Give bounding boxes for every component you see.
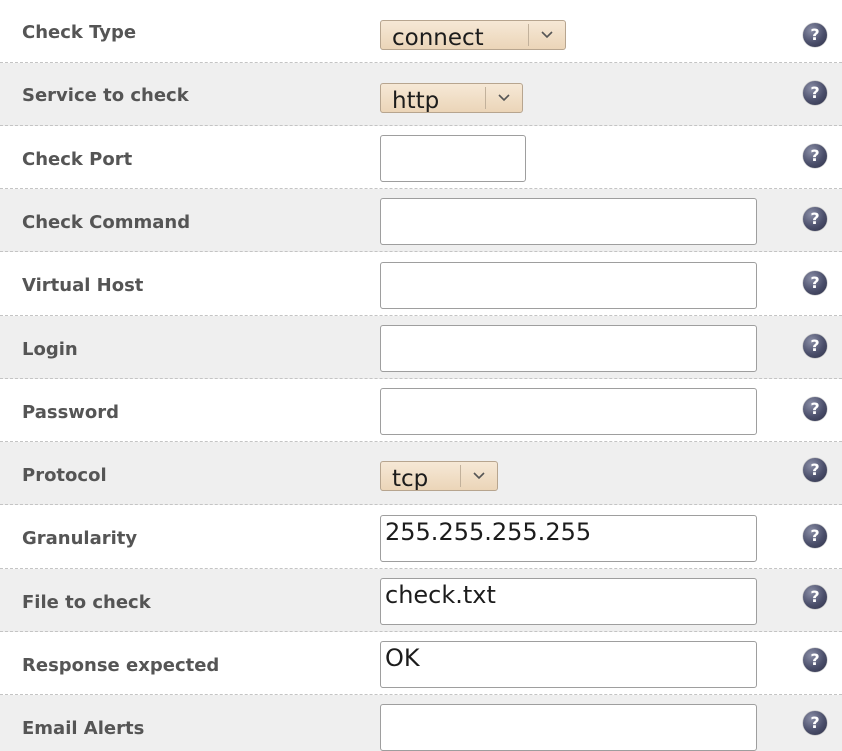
field-label: Response expected (22, 655, 220, 676)
help-icon[interactable]: ? (803, 271, 827, 295)
login-field[interactable] (380, 325, 757, 372)
granularity-field[interactable]: 255.255.255.255 (380, 515, 757, 562)
password-field[interactable] (380, 388, 757, 435)
field-row-check-port: Check Port ? (0, 126, 842, 189)
select-value: tcp (392, 466, 429, 491)
input-value: check.txt (385, 581, 496, 609)
field-row-file-to-check: File to check check.txt ? (0, 569, 842, 632)
help-icon[interactable]: ? (803, 711, 827, 735)
field-row-virtual-host: Virtual Host ? (0, 252, 842, 316)
check-type-select[interactable]: connect (380, 20, 566, 50)
field-label: Email Alerts (22, 718, 145, 739)
field-label: Check Type (22, 22, 137, 43)
field-label: Check Port (22, 149, 133, 170)
help-icon[interactable]: ? (803, 585, 827, 609)
input-value: 255.255.255.255 (385, 518, 592, 546)
input-value: OK (385, 644, 420, 672)
field-label: Granularity (22, 528, 138, 549)
check-port-field[interactable] (380, 135, 526, 182)
email-alerts-field[interactable] (380, 704, 757, 751)
field-row-granularity: Granularity 255.255.255.255 ? (0, 505, 842, 569)
field-row-service-to-check: Service to check http ? (0, 63, 842, 126)
help-icon[interactable]: ? (803, 81, 827, 105)
protocol-select[interactable]: tcp (380, 461, 498, 491)
virtual-host-field[interactable] (380, 262, 757, 309)
service-select[interactable]: http (380, 83, 523, 113)
select-value: connect (392, 25, 484, 50)
file-to-check-field[interactable]: check.txt (380, 578, 757, 625)
help-icon[interactable]: ? (803, 334, 827, 358)
field-row-protocol: Protocol tcp ? (0, 442, 842, 505)
select-value: http (392, 88, 440, 113)
field-row-check-type: Check Type connect ? (0, 0, 842, 63)
help-icon[interactable]: ? (803, 458, 827, 482)
field-label: Login (22, 339, 78, 360)
check-settings-form: Check Type connect ? Service to check ht… (0, 0, 842, 751)
help-icon[interactable]: ? (803, 144, 827, 168)
field-label: Check Command (22, 212, 191, 233)
check-command-field[interactable] (380, 198, 757, 245)
chevron-down-icon (485, 87, 522, 109)
field-row-check-command: Check Command ? (0, 189, 842, 252)
help-icon[interactable]: ? (803, 397, 827, 421)
field-label: Virtual Host (22, 275, 144, 296)
field-label: Password (22, 402, 120, 423)
chevron-down-icon (528, 24, 565, 46)
field-label: Service to check (22, 85, 189, 106)
field-row-response-expected: Response expected OK ? (0, 632, 842, 695)
response-expected-field[interactable]: OK (380, 641, 757, 688)
help-icon[interactable]: ? (803, 23, 827, 47)
field-row-email-alerts: Email Alerts ? (0, 695, 842, 751)
help-icon[interactable]: ? (803, 524, 827, 548)
field-row-password: Password ? (0, 379, 842, 442)
field-label: Protocol (22, 465, 107, 486)
field-label: File to check (22, 592, 151, 613)
help-icon[interactable]: ? (803, 648, 827, 672)
chevron-down-icon (460, 465, 497, 487)
field-row-login: Login ? (0, 316, 842, 379)
help-icon[interactable]: ? (803, 207, 827, 231)
